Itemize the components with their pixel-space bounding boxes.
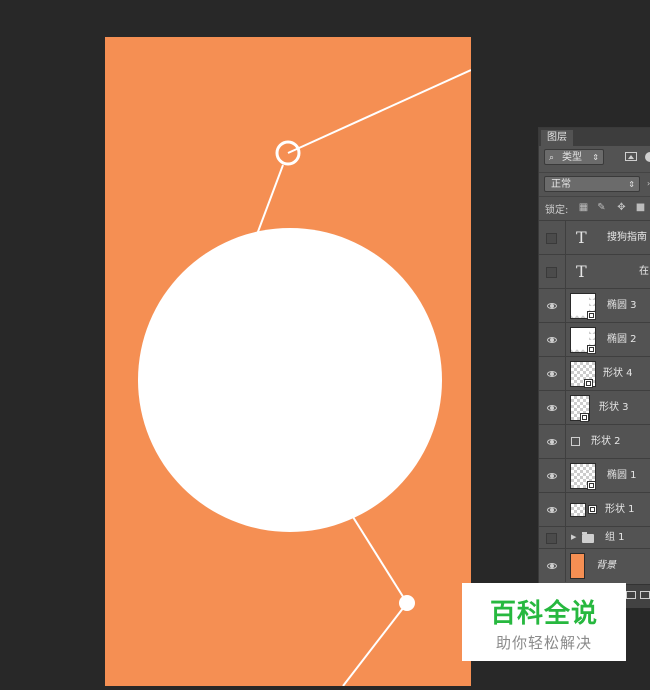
layer-name: 搜狗指南 xyxy=(607,231,647,243)
hidden-visibility-icon[interactable] xyxy=(546,232,557,244)
layer-row-text-1[interactable]: T 搜狗指南 xyxy=(539,220,650,254)
large-circle xyxy=(138,228,442,532)
line-dot-to-bottom xyxy=(342,602,408,687)
lock-row: 锁定: ▦ ✎ ✥ ■ xyxy=(539,196,650,219)
lock-label: 锁定: xyxy=(545,205,569,216)
eye-icon[interactable] xyxy=(547,336,557,343)
dot-node xyxy=(399,595,415,611)
visibility-cell[interactable] xyxy=(539,357,566,390)
chevron-updown-icon: ⇕ xyxy=(592,153,599,162)
pixel-filter-icon[interactable] xyxy=(625,152,637,161)
lock-transparent-icon[interactable]: ▦ xyxy=(578,202,589,213)
vector-mask-icon xyxy=(587,481,596,490)
layer-thumbnail xyxy=(570,552,585,579)
add-mask-icon[interactable] xyxy=(626,591,636,599)
document-canvas[interactable] xyxy=(105,37,472,687)
vector-mask-icon xyxy=(584,379,593,388)
lock-move-icon[interactable]: ✥ xyxy=(616,202,627,213)
visibility-cell[interactable] xyxy=(539,289,566,322)
layer-name: 组 1 xyxy=(605,531,625,543)
eye-icon[interactable] xyxy=(547,506,557,513)
vector-mask-icon xyxy=(580,413,589,422)
layer-name: 椭圆 3 xyxy=(607,299,637,311)
layer-row-background[interactable]: 背景 xyxy=(539,548,650,582)
line-circle-to-dot xyxy=(352,516,408,604)
layer-filter-row: ⌕ 类型 ⇕ xyxy=(539,148,650,170)
layer-row-ellipse-3[interactable]: 椭圆 3 xyxy=(539,288,650,322)
filter-type-select[interactable]: ⌕ 类型 ⇕ xyxy=(544,149,604,165)
blend-mode-value: 正常 xyxy=(551,179,571,190)
layer-name: 椭圆 2 xyxy=(607,333,637,345)
new-fill-layer-icon[interactable] xyxy=(640,591,650,599)
layers-panel: 图层 ⌕ 类型 ⇕ 正常 ⇕ › 锁定: ▦ ✎ ✥ ■ T 搜狗指南 T 在 xyxy=(538,127,650,608)
layer-row-shape-4[interactable]: 形状 4 xyxy=(539,356,650,390)
watermark-badge: 百科全说 助你轻松解决 xyxy=(462,583,626,661)
canvas-artwork xyxy=(138,69,472,687)
layer-row-text-2[interactable]: T 在 xyxy=(539,254,650,288)
blend-mode-row: 正常 ⇕ › xyxy=(539,172,650,195)
layer-row-group-1[interactable]: ▶ 组 1 xyxy=(539,526,650,548)
expand-arrow-icon[interactable]: ▶ xyxy=(571,533,576,541)
visibility-cell[interactable] xyxy=(539,549,566,582)
visibility-cell[interactable] xyxy=(539,255,566,288)
layer-row-ellipse-1[interactable]: 椭圆 1 xyxy=(539,458,650,492)
shape-layer-icon xyxy=(571,436,580,446)
folder-icon xyxy=(582,531,594,543)
layer-name: 椭圆 1 xyxy=(607,469,637,481)
layer-row-ellipse-2[interactable]: 椭圆 2 xyxy=(539,322,650,356)
watermark-subtitle: 助你轻松解决 xyxy=(495,634,592,652)
eye-icon[interactable] xyxy=(547,438,557,445)
adjustment-filter-icon[interactable] xyxy=(645,152,650,162)
visibility-cell[interactable] xyxy=(539,459,566,492)
visibility-cell[interactable] xyxy=(539,323,566,356)
layer-name: 形状 4 xyxy=(603,367,633,379)
visibility-cell[interactable] xyxy=(539,221,566,254)
visibility-cell[interactable] xyxy=(539,391,566,424)
lock-all-icon[interactable]: ■ xyxy=(635,202,646,213)
vector-mask-icon xyxy=(587,345,596,354)
line-top-right xyxy=(287,69,472,154)
layer-row-shape-3[interactable]: 形状 3 xyxy=(539,390,650,424)
layer-row-shape-1[interactable]: 形状 1 xyxy=(539,492,650,526)
visibility-cell[interactable] xyxy=(539,425,566,458)
layer-name: 在 xyxy=(639,265,649,277)
panel-tab-bar: 图层 xyxy=(539,128,650,146)
eye-icon[interactable] xyxy=(547,370,557,377)
hidden-visibility-icon[interactable] xyxy=(546,532,557,544)
filter-type-value: 类型 xyxy=(562,152,582,163)
hidden-visibility-icon[interactable] xyxy=(546,266,557,278)
watermark-title: 百科全说 xyxy=(489,599,598,629)
layer-name: 背景 xyxy=(596,559,616,571)
search-icon: ⌕ xyxy=(549,153,555,163)
tab-layers[interactable]: 图层 xyxy=(541,130,573,146)
layer-name: 形状 3 xyxy=(599,401,629,413)
text-layer-icon: T xyxy=(576,227,587,247)
layer-name: 形状 1 xyxy=(605,503,635,515)
layer-name: 形状 2 xyxy=(591,435,621,447)
eye-icon[interactable] xyxy=(547,472,557,479)
blend-mode-select[interactable]: 正常 ⇕ xyxy=(544,176,640,192)
eye-icon[interactable] xyxy=(547,404,557,411)
vector-mask-icon xyxy=(588,505,597,514)
line-ring-to-circle xyxy=(255,164,284,238)
vector-mask-icon xyxy=(587,311,596,320)
eye-icon[interactable] xyxy=(547,562,557,569)
visibility-cell[interactable] xyxy=(539,527,566,548)
lock-brush-icon[interactable]: ✎ xyxy=(596,202,607,213)
eye-icon[interactable] xyxy=(547,302,557,309)
text-layer-icon: T xyxy=(576,261,587,281)
layer-row-shape-2[interactable]: 形状 2 xyxy=(539,424,650,458)
visibility-cell[interactable] xyxy=(539,493,566,526)
layer-thumbnail xyxy=(570,502,586,517)
chevron-updown-icon: ⇕ xyxy=(628,180,635,189)
